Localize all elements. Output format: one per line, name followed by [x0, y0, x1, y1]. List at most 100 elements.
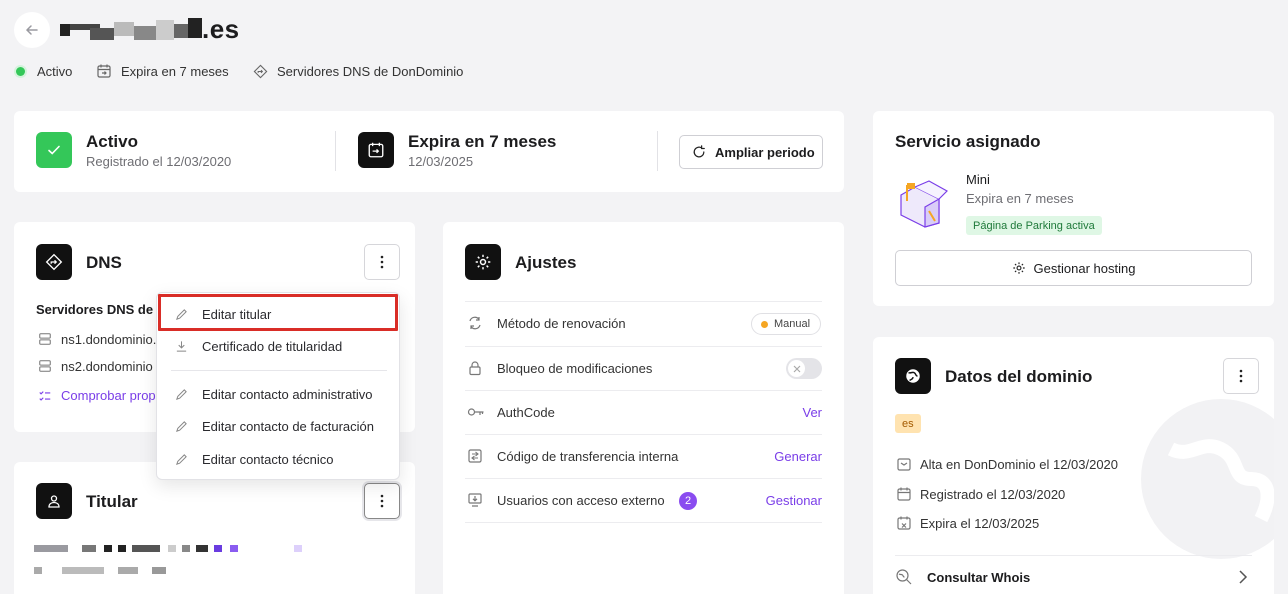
menu-item-label: Editar contacto administrativo: [202, 386, 373, 402]
refresh-icon: [693, 145, 705, 158]
domain-name-redacted: [60, 18, 202, 42]
titular-card: Titular: [14, 462, 415, 594]
manage-external-users-link[interactable]: Gestionar: [766, 493, 822, 508]
registered-date: Registrado el 12/03/2020: [86, 154, 232, 169]
gear-icon: [475, 254, 491, 270]
server-icon: [39, 360, 51, 372]
modification-lock-toggle[interactable]: [786, 358, 822, 379]
header-status: Activo: [37, 64, 73, 79]
datos-options-button[interactable]: [1223, 358, 1259, 394]
plan-name: Mini: [966, 172, 990, 187]
renewal-method-badge[interactable]: Manual: [751, 313, 822, 335]
manage-hosting-label: Gestionar hosting: [1033, 260, 1136, 276]
signup-date: Alta en DonDominio el 12/03/2020: [920, 457, 1119, 472]
owner-redacted: [34, 545, 304, 575]
check-propagation-link[interactable]: Comprobar prop: [61, 388, 156, 403]
expiry-date: 12/03/2025: [408, 154, 474, 169]
status-dot: [761, 321, 768, 328]
authcode-label: AuthCode: [497, 405, 555, 420]
titular-title: Titular: [86, 492, 138, 511]
lock-icon: [469, 361, 481, 376]
external-users-icon: [468, 493, 482, 507]
plan-expiry: Expira en 7 meses: [966, 191, 1074, 206]
external-users-label: Usuarios con acceso externo: [497, 493, 665, 508]
pencil-icon: [176, 420, 187, 432]
highlight-box: [158, 294, 398, 331]
renew-icon: [469, 316, 481, 330]
extend-period-button[interactable]: Ampliar periodo: [679, 135, 823, 169]
whois-row[interactable]: Consultar Whois: [895, 563, 1252, 593]
dns-diamond-icon: [253, 64, 268, 79]
status-dot: [16, 67, 25, 76]
datos-tile: [895, 358, 931, 394]
chevron-right-icon: [1239, 570, 1248, 584]
servicio-card: Servicio asignado Mini Expira en 7 meses…: [873, 111, 1274, 306]
expiry-tile: [358, 132, 394, 168]
divider: [657, 131, 658, 171]
signup-icon: [897, 458, 911, 471]
renewal-method-value: Manual: [774, 318, 811, 330]
active-check-tile: [36, 132, 72, 168]
header-expiry: Expira en 7 meses: [121, 64, 229, 79]
menu-item-label: Editar contacto de facturación: [202, 418, 374, 434]
back-button[interactable]: [14, 12, 50, 48]
expiry-title: Expira en 7 meses: [408, 132, 557, 151]
divider: [335, 131, 336, 171]
dns-diamond-icon: [45, 253, 63, 271]
more-vertical-icon: [380, 494, 384, 508]
transfer-code-label: Código de transferencia interna: [497, 449, 679, 464]
more-vertical-icon: [1239, 369, 1243, 383]
whois-label: Consultar Whois: [927, 570, 1031, 585]
dns-options-button[interactable]: [364, 244, 400, 280]
checklist-icon: [39, 391, 51, 401]
domain-suffix: .es: [202, 14, 240, 44]
dns-servers-label: Servidores DNS de D: [36, 302, 167, 317]
ajustes-card: Ajustes Método de renovación Manual Bloq…: [443, 222, 844, 594]
titular-options-button[interactable]: [364, 483, 400, 519]
globe-watermark-icon: [1141, 399, 1274, 559]
ns1-value: ns1.dondominio.: [61, 332, 157, 347]
check-icon: [48, 145, 60, 155]
parking-badge: Página de Parking activa: [966, 216, 1102, 235]
titular-tile: [36, 483, 72, 519]
calendar-exit-icon: [368, 142, 384, 158]
pencil-icon: [176, 453, 187, 465]
ajustes-title: Ajustes: [515, 253, 577, 272]
transfer-code-icon: [468, 449, 482, 463]
key-icon: [467, 408, 484, 416]
menu-item-edit-admin-contact[interactable]: Editar contacto administrativo: [157, 379, 401, 409]
calendar-icon: [897, 487, 911, 501]
calendar-transfer-icon: [97, 64, 111, 78]
close-icon: [793, 365, 800, 372]
menu-item-ownership-certificate[interactable]: Certificado de titularidad: [157, 331, 401, 361]
datos-card: Datos del dominio es Alta en DonDominio …: [873, 337, 1274, 594]
tld-badge: es: [895, 414, 921, 433]
menu-divider: [171, 370, 387, 371]
menu-item-label: Certificado de titularidad: [202, 338, 343, 354]
more-vertical-icon: [380, 255, 384, 269]
arrow-left-icon: [25, 25, 38, 35]
authcode-view-link[interactable]: Ver: [802, 405, 822, 420]
calendar-x-icon: [897, 516, 911, 530]
menu-item-edit-billing-contact[interactable]: Editar contacto de facturación: [157, 411, 401, 441]
gear-icon: [1012, 262, 1025, 274]
manage-hosting-button[interactable]: Gestionar hosting: [895, 250, 1252, 286]
status-title: Activo: [86, 132, 138, 151]
summary-card: Activo Registrado el 12/03/2020 Expira e…: [14, 111, 844, 192]
servicio-title: Servicio asignado: [895, 132, 1041, 151]
ajustes-tile: [465, 244, 501, 280]
pencil-icon: [176, 388, 187, 400]
user-icon: [48, 495, 60, 508]
extend-period-label: Ampliar periodo: [715, 144, 815, 160]
globe-icon: [906, 369, 920, 383]
download-icon: [176, 340, 187, 352]
search-globe-icon: [896, 569, 912, 585]
datos-title: Datos del dominio: [945, 367, 1093, 386]
ns2-value: ns2.dondominio: [61, 359, 153, 374]
expiry-date: Expira el 12/03/2025: [920, 516, 1040, 531]
renewal-method-label: Método de renovación: [497, 316, 626, 331]
modification-lock-label: Bloqueo de modificaciones: [497, 361, 653, 376]
generate-transfer-code-link[interactable]: Generar: [774, 449, 822, 464]
menu-item-edit-tech-contact[interactable]: Editar contacto técnico: [157, 444, 401, 474]
dns-title: DNS: [86, 253, 122, 272]
